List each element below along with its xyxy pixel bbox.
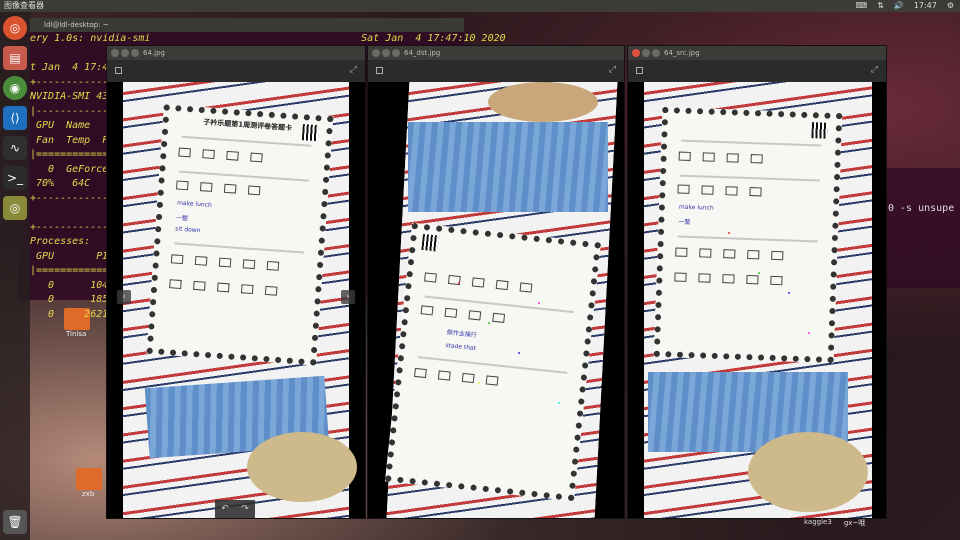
- keypoint-marker: [538, 302, 540, 304]
- maximize-button[interactable]: [392, 49, 400, 57]
- status-item: gx~哦: [843, 519, 866, 527]
- terminal-icon[interactable]: >_: [3, 166, 27, 190]
- minimize-button[interactable]: [642, 49, 650, 57]
- photo-blue-cloth: [408, 122, 608, 212]
- close-button[interactable]: [372, 49, 380, 57]
- close-button[interactable]: [111, 49, 119, 57]
- qr-code: [811, 122, 828, 139]
- photo-object: [488, 82, 598, 122]
- rotate-controls: ↶ ↷: [215, 500, 255, 518]
- window-title: 64.jpg: [143, 49, 165, 57]
- image-viewer-icon[interactable]: ◎: [3, 196, 27, 220]
- vscode-icon[interactable]: ⟨⟩: [3, 106, 27, 130]
- fullscreen-icon[interactable]: ⤢: [609, 65, 616, 75]
- handwriting: make lunch: [678, 203, 714, 212]
- handwriting: 一整: [678, 218, 691, 226]
- image-canvas: 做作业操行 stade that: [368, 82, 624, 518]
- qr-code: [301, 124, 319, 142]
- image-viewer-window-1[interactable]: 64.jpg ⤢ 子衿乐题第1周测评卷答题卡 make lunch 一整 sit…: [106, 45, 366, 519]
- keypoint-marker: [458, 282, 460, 284]
- close-button[interactable]: [632, 49, 640, 57]
- window-titlebar[interactable]: 64_src.jpg: [628, 46, 886, 60]
- viewer-toolbar: ⤢: [368, 60, 624, 82]
- maximize-button[interactable]: [652, 49, 660, 57]
- image-viewer-window-3[interactable]: 64_src.jpg ⤢ make lunch 一整: [627, 45, 887, 519]
- viewer-toolbar: ⤢: [628, 60, 886, 82]
- next-image-button[interactable]: ›: [341, 290, 355, 304]
- clock[interactable]: 17:47: [914, 0, 937, 12]
- keypoint-marker: [488, 322, 490, 324]
- window-title: 64_src.jpg: [664, 49, 700, 57]
- window-titlebar[interactable]: 64.jpg: [107, 46, 365, 60]
- previous-image-button[interactable]: ‹: [117, 290, 131, 304]
- keypoint-marker: [728, 232, 730, 234]
- rotate-right-icon[interactable]: ↷: [241, 504, 249, 514]
- image-canvas: make lunch 一整: [628, 82, 886, 518]
- desktop-icon-label: Tinisa: [66, 330, 87, 338]
- system-monitor-icon[interactable]: ∿: [3, 136, 27, 160]
- launcher: ◎ ▤ ◉ ⟨⟩ ∿ >_ ◎ 🗑: [0, 12, 30, 540]
- rotate-left-icon[interactable]: ↶: [221, 504, 229, 514]
- minimize-button[interactable]: [382, 49, 390, 57]
- viewer-toolbar: ⤢: [107, 60, 365, 82]
- ubuntu-dash-icon[interactable]: ◎: [3, 16, 27, 40]
- desktop-status: kaggle3 gx~哦: [804, 518, 865, 528]
- keypoint-marker: [518, 352, 520, 354]
- keypoint-marker: [478, 382, 480, 384]
- photo-object: [247, 432, 357, 502]
- photo-object: [748, 432, 868, 512]
- gallery-icon[interactable]: [115, 67, 122, 74]
- gallery-icon[interactable]: [636, 67, 643, 74]
- keyboard-icon[interactable]: ⌨: [856, 0, 868, 12]
- settings-gear-icon[interactable]: ⚙: [947, 0, 954, 12]
- gallery-icon[interactable]: [376, 67, 383, 74]
- window-titlebar[interactable]: 64_dst.jpg: [368, 46, 624, 60]
- desktop-icon-label: zxb: [82, 490, 95, 498]
- files-icon[interactable]: ▤: [3, 46, 27, 70]
- folder-icon[interactable]: [76, 468, 102, 490]
- answer-sheet: 做作业操行 stade that: [384, 222, 602, 502]
- keypoint-marker: [758, 272, 760, 274]
- top-panel: 图像查看器 ⌨ ⇅ 🔊 17:47 ⚙: [0, 0, 960, 12]
- keypoint-marker: [808, 332, 810, 334]
- terminal-title: ldl@ldl-desktop: ~: [18, 18, 464, 32]
- fullscreen-icon[interactable]: ⤢: [871, 65, 878, 75]
- keypoint-marker: [558, 402, 560, 404]
- maximize-button[interactable]: [131, 49, 139, 57]
- trash-icon[interactable]: 🗑: [3, 510, 27, 534]
- app-title: 图像查看器: [4, 1, 44, 10]
- status-item: kaggle3: [804, 518, 832, 526]
- image-canvas: 子衿乐题第1周测评卷答题卡 make lunch 一整 sit down: [107, 82, 365, 518]
- background-terminal-text: 0 -s unsupe: [888, 203, 955, 214]
- keypoint-marker: [788, 292, 790, 294]
- volume-icon[interactable]: 🔊: [894, 0, 904, 12]
- fullscreen-icon[interactable]: ⤢: [350, 65, 357, 75]
- window-title: 64_dst.jpg: [404, 49, 441, 57]
- qr-code: [421, 233, 439, 252]
- minimize-button[interactable]: [121, 49, 129, 57]
- background-terminal[interactable]: 0 -s unsupe: [884, 168, 960, 288]
- chrome-icon[interactable]: ◉: [3, 76, 27, 100]
- answer-sheet: make lunch 一整: [653, 106, 843, 364]
- image-viewer-window-2[interactable]: 64_dst.jpg ⤢ 做作业操行 stade that: [367, 45, 625, 519]
- network-icon[interactable]: ⇅: [877, 0, 884, 12]
- answer-sheet: 子衿乐题第1周测评卷答题卡 make lunch 一整 sit down: [146, 104, 334, 366]
